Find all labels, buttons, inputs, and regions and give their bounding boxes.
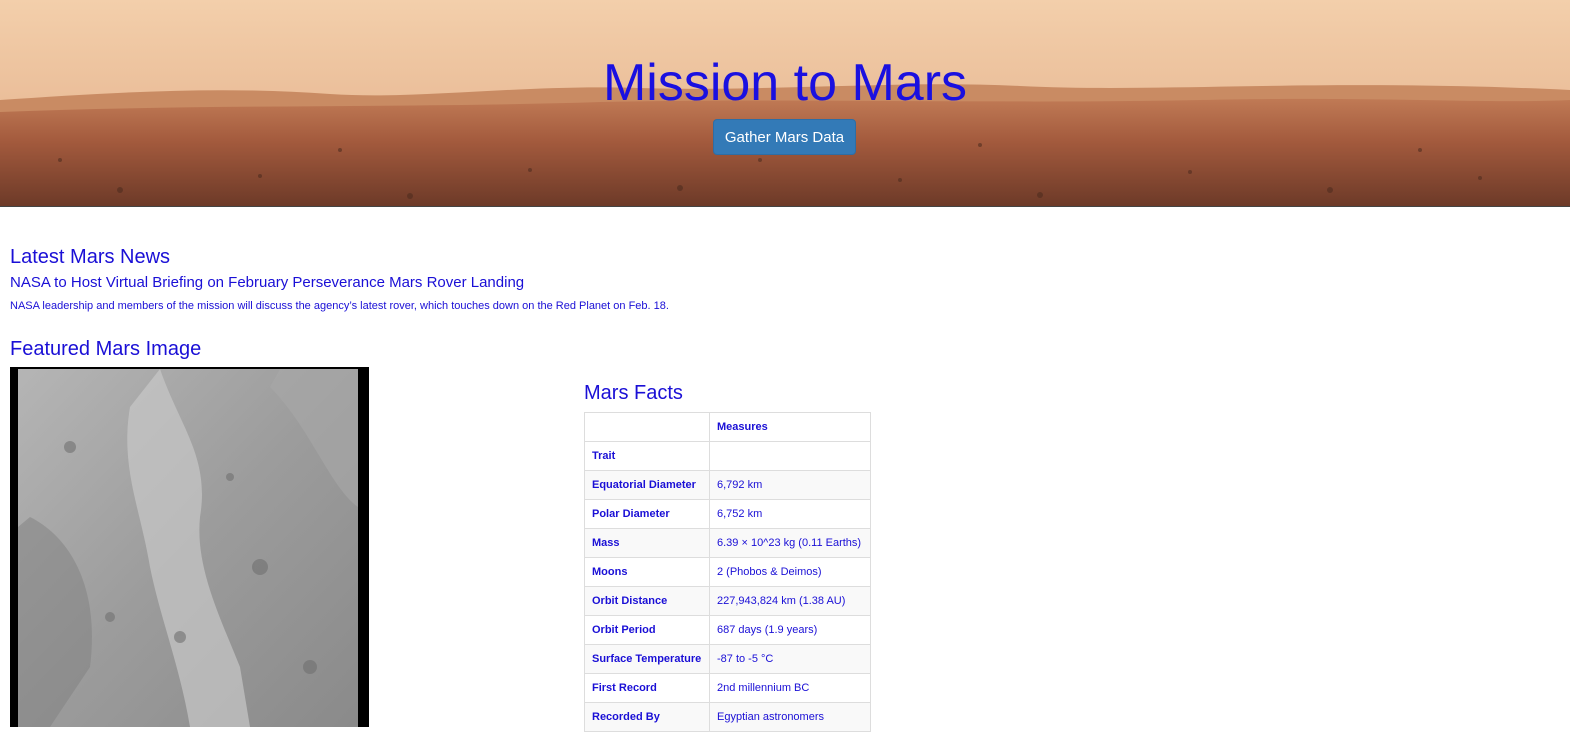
table-row-value: 2nd millennium BC (709, 673, 871, 703)
table-row: Recorded By Egyptian astronomers (584, 702, 871, 732)
table-row-value: 227,943,824 km (1.38 AU) (709, 586, 871, 616)
table-row-label: Equatorial Diameter (584, 470, 710, 500)
table-row: Surface Temperature -87 to -5 °C (584, 644, 871, 674)
page-title: Mission to Mars (602, 54, 968, 112)
table-row-label: Recorded By (584, 702, 710, 732)
table-row-value: 6,792 km (709, 470, 871, 500)
table-row-label: Orbit Period (584, 615, 710, 645)
gather-mars-data-button[interactable]: Gather Mars Data (713, 119, 856, 155)
table-row-label: Orbit Distance (584, 586, 710, 616)
table-row-value: -87 to -5 °C (709, 644, 871, 674)
hero-banner: Mission to Mars Gather Mars Data (0, 0, 1570, 207)
table-row-label: Trait (584, 441, 710, 471)
table-row-label: Mass (584, 528, 710, 558)
mars-facts-heading: Mars Facts (584, 382, 683, 404)
table-row-value (709, 441, 871, 471)
table-row-label: Polar Diameter (584, 499, 710, 529)
table-row-value: 6,752 km (709, 499, 871, 529)
table-row: Orbit Period 687 days (1.9 years) (584, 615, 871, 645)
table-row: Polar Diameter 6,752 km (584, 499, 871, 529)
table-row-label: First Record (584, 673, 710, 703)
table-row: Trait (584, 441, 871, 471)
featured-mars-image[interactable] (10, 367, 369, 727)
table-row: First Record 2nd millennium BC (584, 673, 871, 703)
table-header-cell (584, 412, 710, 442)
latest-news-heading: Latest Mars News (10, 246, 171, 268)
table-row-value: 687 days (1.9 years) (709, 615, 871, 645)
table-row: Moons 2 (Phobos & Deimos) (584, 557, 871, 587)
featured-image-heading: Featured Mars Image (10, 338, 202, 360)
table-row: Orbit Distance 227,943,824 km (1.38 AU) (584, 586, 871, 616)
table-row-value: Egyptian astronomers (709, 702, 871, 732)
table-row: Mass 6.39 × 10^23 kg (0.11 Earths) (584, 528, 871, 558)
table-row-label: Moons (584, 557, 710, 587)
news-paragraph: NASA leadership and members of the missi… (10, 300, 669, 312)
mars-facts-table: Measures Trait Equatorial Diameter 6,792… (584, 412, 871, 732)
table-row-label: Surface Temperature (584, 644, 710, 674)
table-header-row: Measures (584, 412, 871, 442)
table-row-value: 6.39 × 10^23 kg (0.11 Earths) (709, 528, 871, 558)
table-row: Equatorial Diameter 6,792 km (584, 470, 871, 500)
table-row-value: 2 (Phobos & Deimos) (709, 557, 871, 587)
news-title-link[interactable]: NASA to Host Virtual Briefing on Februar… (10, 274, 524, 291)
table-header-cell: Measures (709, 412, 871, 442)
